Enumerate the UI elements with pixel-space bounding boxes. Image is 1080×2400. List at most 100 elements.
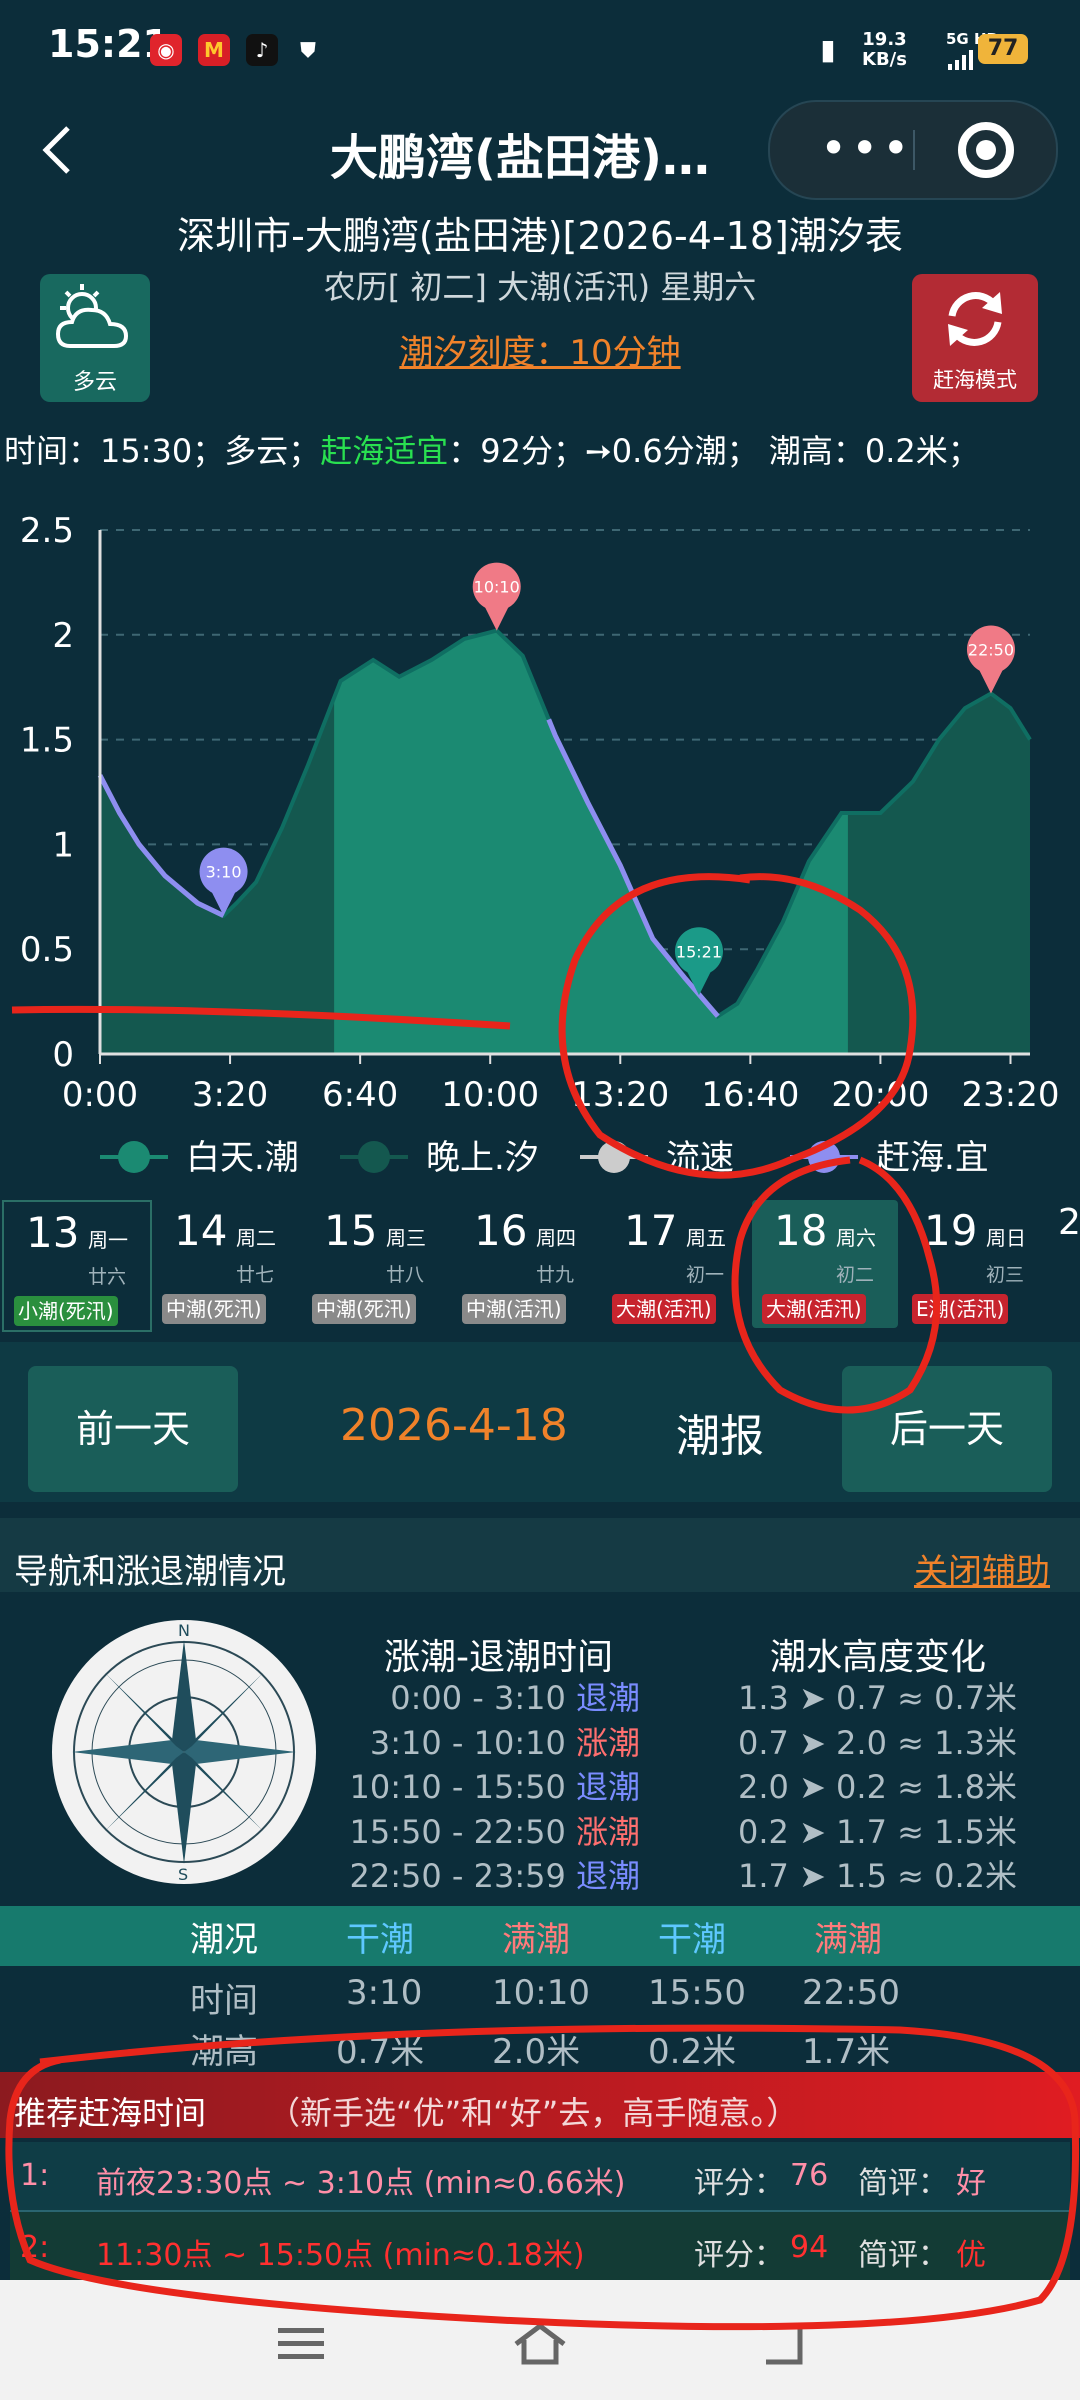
x-tick-label: 23:20 <box>961 1075 1059 1115</box>
suitable-label: 赶海适宜 <box>320 432 449 470</box>
tide-header-low: 干潮 <box>346 1920 414 1960</box>
eval-label: 简评： <box>858 2238 948 2273</box>
signal-icon <box>948 50 974 74</box>
day-number: 16 <box>474 1206 528 1255</box>
prev-day-button[interactable]: 前一天 <box>28 1366 238 1492</box>
day-number: 13 <box>26 1208 80 1257</box>
day-item[interactable]: 15 周三 廿八 中潮(死汛) <box>302 1200 448 1328</box>
page-title: 大鹏湾(盐田港)… <box>330 130 710 186</box>
compass-rose-icon: N S <box>52 1620 316 1884</box>
menu-lines-icon[interactable] <box>276 2322 326 2372</box>
tide-time-range: 15:50 - 22:50 <box>349 1812 576 1851</box>
tide-height-row: 1.3 ➤ 0.7 ≈ 0.7米 <box>738 1679 1017 1717</box>
recommend-row[interactable]: 1: 前夜23:30点 ~ 3:10点 (min≈0.66米) 评分： 76 简… <box>10 2142 1070 2212</box>
tide-type-badge: E潮(活汛) <box>912 1294 1009 1324</box>
tide-height: 0.2米 <box>648 2032 737 2072</box>
tide-header-status: 潮况 <box>190 1920 258 1960</box>
tide-time-range: 3:10 - 10:10 <box>369 1723 576 1762</box>
tide-type: 退潮 <box>575 1857 640 1895</box>
beachcombing-mode-button[interactable]: 赶海模式 <box>912 274 1038 402</box>
day-item[interactable]: 16 周四 廿九 中潮(活汛) <box>452 1200 598 1328</box>
y-tick-label: 1.5 <box>20 721 74 761</box>
row-time: 11:30点 ~ 15:50点 (min≈0.18米) <box>96 2238 585 2273</box>
tide-header-high: 满潮 <box>814 1920 882 1960</box>
score-value: 76 <box>790 2158 829 2193</box>
day-weekday: 周五 <box>686 1226 726 1250</box>
tide-type: 涨潮 <box>575 1723 640 1762</box>
score-label: 评分： <box>694 2166 784 2201</box>
x-tick-label: 3:20 <box>192 1075 268 1115</box>
legend-label: 赶海.宜 <box>876 1138 989 1178</box>
score-value: 94 <box>790 2230 829 2265</box>
x-tick-label: 10:00 <box>441 1075 539 1115</box>
mode-label: 赶海模式 <box>933 368 1017 392</box>
tiktok-icon: ♪ <box>246 34 278 66</box>
net-speed: 19.3 KB/s <box>862 30 907 70</box>
tide-time-range: 0:00 - 3:10 <box>390 1679 576 1717</box>
tide-type: 退潮 <box>575 1679 640 1717</box>
y-tick-label: 0.5 <box>20 930 74 970</box>
tide-height: 0.7米 <box>336 2032 425 2072</box>
info-suffix: ：92分；➙0.6分潮； 潮高：0.2米； <box>448 432 980 470</box>
tide-chart[interactable]: 2.5 2 1.5 1 0.5 00:00 3:20 6:40 10:00 13:20 16:40 2… <box>0 500 1080 1190</box>
legend-label: 流速 <box>666 1138 734 1178</box>
tide-time-row: 10:10 - 15:50 退潮 <box>330 1765 640 1810</box>
target-icon[interactable] <box>958 122 1014 178</box>
legend-label: 晚上.汐 <box>426 1138 539 1178</box>
day-weekday: 周日 <box>986 1226 1026 1250</box>
close-assist-link[interactable]: 关闭辅助 <box>914 1544 1050 1593</box>
day-lunar: 廿七 <box>236 1264 275 1286</box>
legend-marker <box>808 1141 840 1173</box>
day-item[interactable]: 17 周五 初一 大潮(活汛) <box>602 1200 748 1328</box>
next-day-button[interactable]: 后一天 <box>842 1366 1052 1492</box>
marker-label: 22:50 <box>968 640 1014 659</box>
day-item-partial[interactable]: 2 <box>1058 1202 1080 1243</box>
current-date: 2026-4-18 <box>340 1400 568 1451</box>
day-number: 15 <box>324 1206 378 1255</box>
x-tick-label: 20:00 <box>831 1075 929 1115</box>
tide-height-row: 0.2 ➤ 1.7 ≈ 1.5米 <box>738 1812 1017 1851</box>
tide-height-row: 0.7 ➤ 2.0 ≈ 1.3米 <box>738 1723 1017 1762</box>
day-number: 17 <box>624 1206 678 1255</box>
tide-height-title: 潮水高度变化 <box>770 1637 987 1678</box>
shield-icon: ⛊ <box>300 38 316 62</box>
tide-time: 3:10 <box>346 1973 423 2013</box>
row-time: 前夜23:30点 ~ 3:10点 (min≈0.66米) <box>96 2166 626 2201</box>
weather-button[interactable]: 多云 <box>40 274 150 402</box>
tide-time: 22:50 <box>802 1973 900 2013</box>
tide-report-button[interactable]: 潮报 <box>676 1400 764 1464</box>
day-item[interactable]: 19 周日 初三 E潮(活汛) <box>902 1200 1048 1328</box>
marker-label: 3:10 <box>206 863 242 882</box>
net-speed-value: 19.3 <box>862 29 907 50</box>
tide-type: 退潮 <box>575 1768 640 1806</box>
day-lunar: 初一 <box>686 1264 725 1286</box>
day-lunar: 初二 <box>836 1264 875 1286</box>
tide-table-heading: 深圳市-大鹏湾(盐田港)[2026-4-18]潮汐表 <box>177 214 903 258</box>
day-item[interactable]: 14 周二 廿七 中潮(死汛) <box>152 1200 298 1328</box>
tide-height: 1.7米 <box>802 2032 891 2072</box>
tide-height: 2.0米 <box>492 2032 581 2072</box>
recommend-row[interactable]: 2: 11:30点 ~ 15:50点 (min≈0.18米) 评分： 94 简评… <box>10 2212 1070 2280</box>
y-tick-label: 2.5 <box>20 511 74 551</box>
day-lunar: 廿六 <box>88 1266 127 1288</box>
tide-header-low: 干潮 <box>658 1920 726 1960</box>
back-icon[interactable] <box>758 2322 808 2374</box>
home-icon[interactable] <box>512 2322 568 2374</box>
tide-type-badge: 中潮(死汛) <box>312 1294 416 1324</box>
vibrate-icon: ▮ <box>820 33 836 66</box>
tide-time-range: 22:50 - 23:59 <box>349 1857 576 1895</box>
legend-label: 白天.潮 <box>186 1138 299 1178</box>
section-title: 导航和涨退潮情况 <box>14 1552 286 1592</box>
day-item[interactable]: 18 周六 初二 大潮(活汛) <box>752 1200 898 1328</box>
tide-time: 10:10 <box>492 1973 590 2013</box>
x-tick-label: 16:40 <box>701 1075 799 1115</box>
tide-type-badge: 小潮(死汛) <box>14 1296 118 1326</box>
more-dots-icon[interactable]: ••• <box>820 118 913 178</box>
back-button[interactable] <box>38 122 74 188</box>
day-weekday: 周三 <box>386 1226 426 1250</box>
day-item[interactable]: 13 周一 廿六 小潮(死汛) <box>2 1200 152 1332</box>
tide-time: 15:50 <box>648 1973 746 2013</box>
legend-marker <box>598 1141 630 1173</box>
refresh-icon <box>948 292 1002 346</box>
score-label: 评分： <box>694 2238 784 2273</box>
